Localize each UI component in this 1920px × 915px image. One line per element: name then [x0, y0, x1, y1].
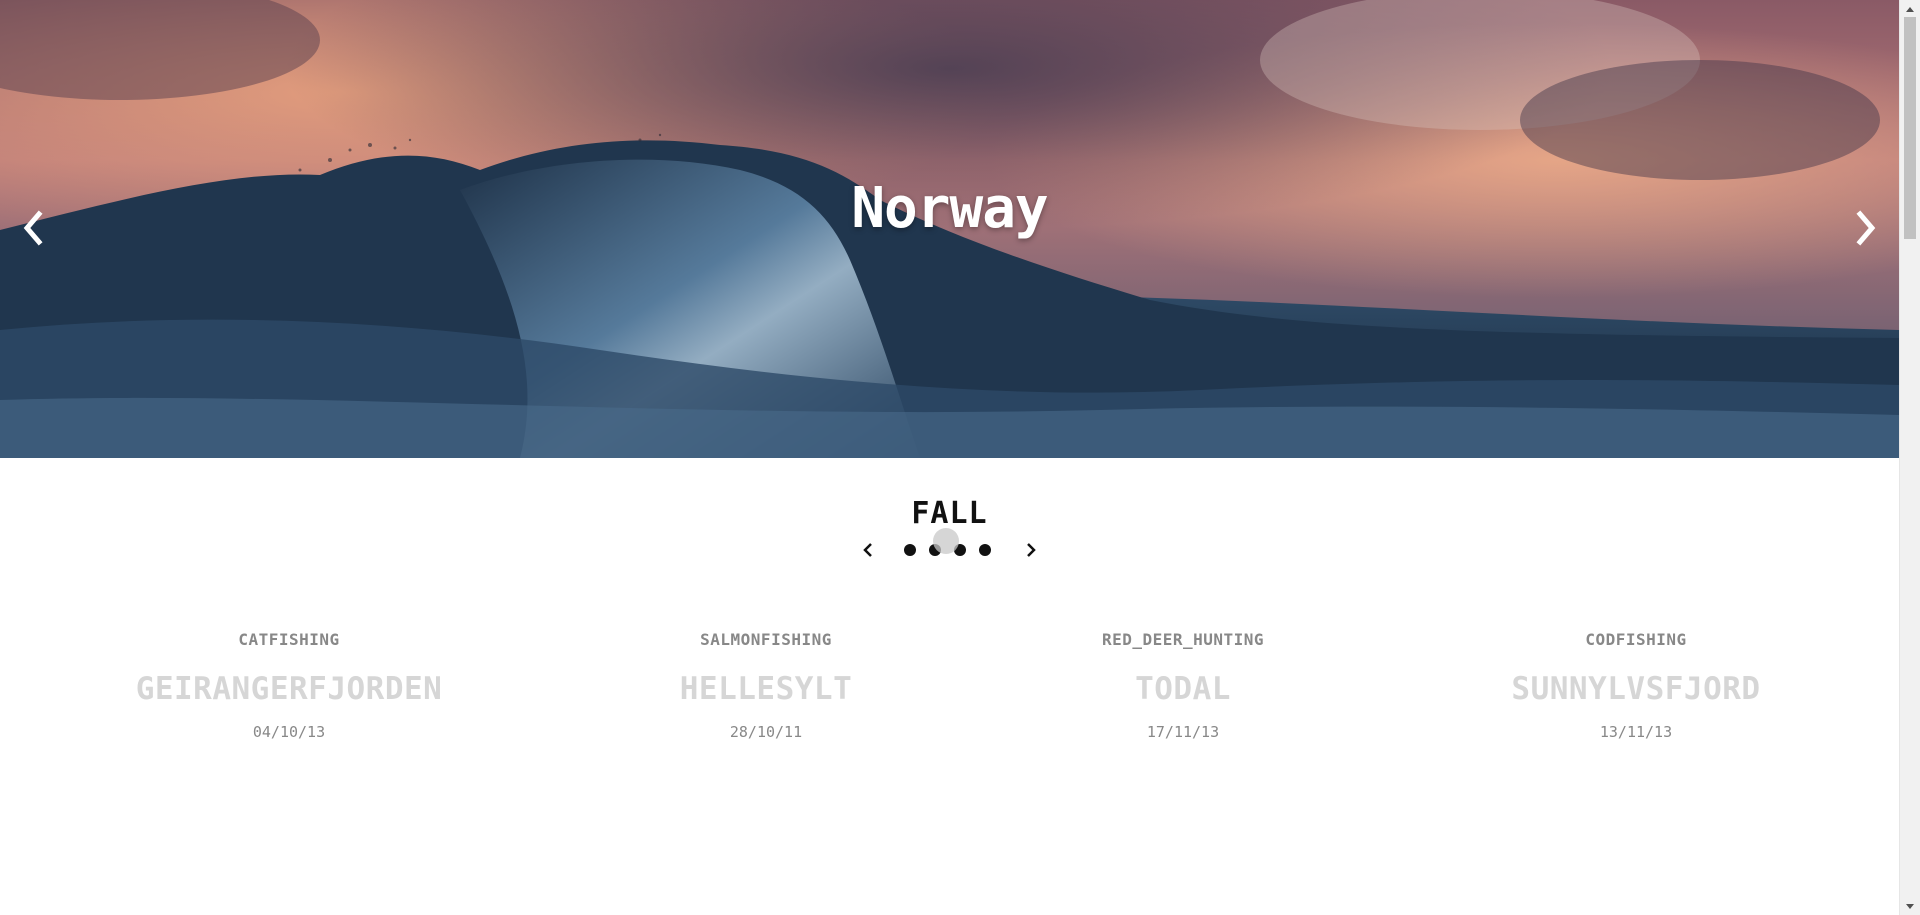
season-dot-4[interactable]: [979, 544, 991, 556]
scroll-thumb[interactable]: [1904, 17, 1916, 239]
hero-wave-image: [0, 0, 1899, 458]
triangle-down-icon: [1906, 903, 1914, 909]
season-prev-button[interactable]: [857, 538, 879, 562]
trip-place: GEIRANGERFJORDEN: [135, 671, 443, 707]
trip-date: 28/10/11: [729, 723, 803, 741]
trip-activity: RED_DEER_HUNTING: [1101, 630, 1265, 649]
trip-place: SUNNYLVSFJORD: [1511, 671, 1761, 707]
scroll-down-button[interactable]: [1900, 898, 1920, 915]
chevron-left-icon: [23, 210, 43, 246]
chevron-right-icon: [1027, 543, 1036, 557]
trip-card[interactable]: CODFISHING SUNNYLVSFJORD 13/11/13: [1511, 630, 1760, 741]
trip-date: 04/10/13: [252, 723, 326, 741]
trip-activity: CODFISHING: [1585, 630, 1687, 649]
hero-prev-button[interactable]: [8, 200, 58, 256]
trip-date: 17/11/13: [1146, 723, 1220, 741]
vertical-scrollbar[interactable]: [1899, 0, 1920, 915]
trip-card[interactable]: CATFISHING GEIRANGERFJORDEN 04/10/13: [136, 630, 443, 741]
trip-activity: CATFISHING: [238, 630, 340, 649]
trip-date: 13/11/13: [1599, 723, 1673, 741]
hero-next-button[interactable]: [1841, 200, 1891, 256]
season-next-button[interactable]: [1020, 538, 1042, 562]
trip-place: TODAL: [1135, 671, 1231, 707]
page: Norway FALL CATFISHING GEIRANGERFJORDEN …: [0, 0, 1899, 915]
trip-card[interactable]: SALMONFISHING HELLESYLT 28/10/11: [680, 630, 852, 741]
hero-slider: Norway: [0, 0, 1899, 458]
trip-activity: SALMONFISHING: [700, 630, 832, 649]
chevron-right-icon: [1856, 210, 1876, 246]
trip-card[interactable]: RED_DEER_HUNTING TODAL 17/11/13: [1102, 630, 1264, 741]
season-dot-1[interactable]: [904, 544, 916, 556]
triangle-up-icon: [1906, 6, 1914, 12]
chevron-left-icon: [863, 543, 872, 557]
trip-place: HELLESYLT: [679, 671, 853, 707]
scroll-up-button[interactable]: [1900, 0, 1920, 17]
cursor-highlight: [933, 528, 959, 554]
